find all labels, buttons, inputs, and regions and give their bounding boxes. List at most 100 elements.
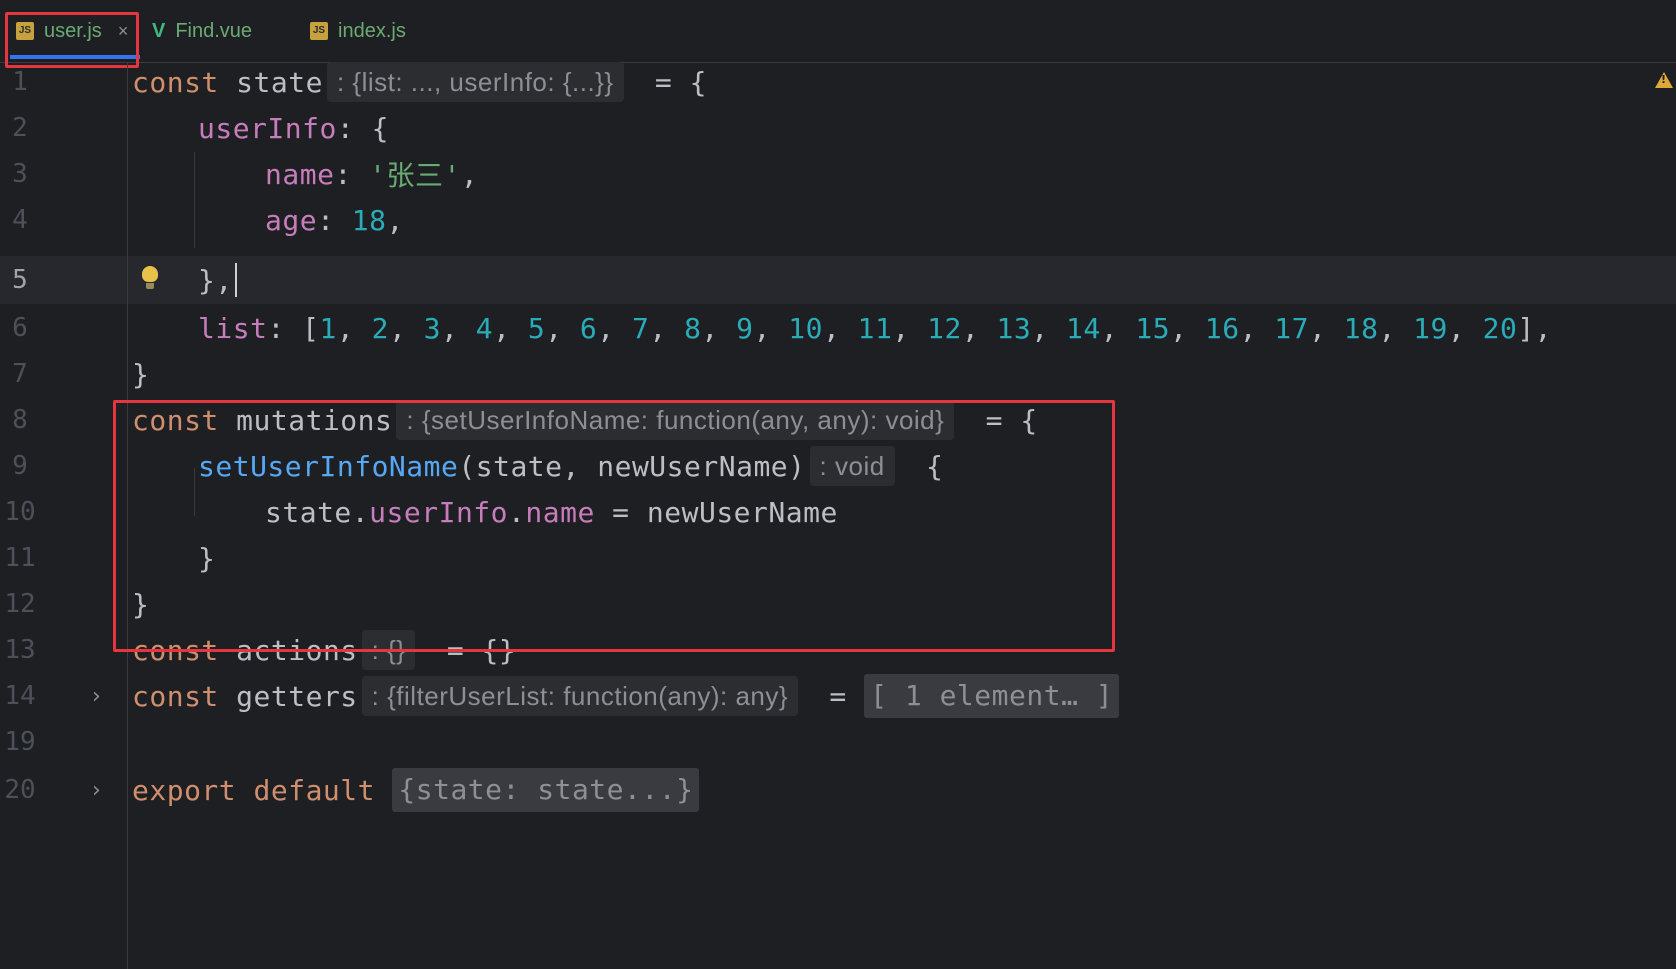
- code-text: ,: [961, 311, 997, 345]
- line-number: 11: [4, 543, 36, 573]
- number-literal: 18: [351, 203, 387, 237]
- code-line: 1 const state: {list: ..., userInfo: {..…: [0, 58, 1676, 106]
- number-literal: 12: [927, 311, 962, 345]
- keyword: const: [132, 403, 219, 437]
- number-literal: 11: [857, 311, 893, 345]
- tab-user-js[interactable]: JS user.js ×: [16, 0, 128, 62]
- tab-label: Find.vue: [175, 19, 253, 42]
- property: list: [198, 311, 268, 345]
- number-literal: 2: [371, 311, 389, 345]
- number-literal: 14: [1065, 311, 1101, 345]
- line-number: 5: [12, 265, 28, 295]
- line-number: 10: [4, 497, 36, 527]
- function-name: setUserInfoName: [198, 449, 459, 483]
- number-literal: 1: [319, 311, 337, 345]
- code-text: },: [198, 263, 233, 297]
- code-text: =: [812, 679, 865, 713]
- line-number: 7: [12, 359, 28, 389]
- property: userInfo: [198, 111, 337, 145]
- code-text: .: [508, 495, 526, 529]
- code-text: ,: [1100, 311, 1136, 345]
- keyword: export default: [132, 773, 376, 807]
- code-text: ,: [1031, 311, 1066, 345]
- code-line: 11 }: [0, 534, 1676, 582]
- identifier: getters: [218, 679, 358, 713]
- number-literal: 15: [1135, 311, 1171, 345]
- property: age: [265, 203, 318, 237]
- number-literal: 5: [527, 311, 546, 345]
- code-text: :: [334, 157, 370, 191]
- identifier: actions: [218, 633, 358, 667]
- number-literal: 10: [788, 311, 823, 345]
- line-number: 2: [12, 113, 28, 143]
- type-hint: : {}: [361, 630, 416, 670]
- code-text: ,: [892, 311, 928, 345]
- property: name: [525, 495, 595, 529]
- code-text: : [: [267, 311, 320, 345]
- code-text: : {: [336, 111, 389, 145]
- code-text: ,: [1309, 311, 1344, 345]
- code-text: ,: [336, 311, 372, 345]
- number-literal: 3: [423, 311, 442, 345]
- code-text: = {: [968, 403, 1038, 437]
- line-number: 13: [4, 635, 36, 665]
- property: name: [265, 157, 335, 191]
- code-text: }: [132, 357, 150, 391]
- tab-find-vue[interactable]: V Find.vue: [152, 0, 252, 62]
- number-literal: 7: [631, 311, 650, 345]
- property: userInfo: [369, 495, 509, 529]
- lightbulb-icon[interactable]: [142, 266, 158, 289]
- code-text: = {}: [429, 633, 517, 667]
- keyword: const: [132, 65, 219, 99]
- code-text: :: [317, 203, 352, 237]
- code-text: ],: [1517, 311, 1553, 345]
- code-text: ,: [460, 157, 479, 191]
- type-hint: : {setUserInfoName: function(any, any): …: [396, 400, 955, 440]
- code-line: 19: [0, 718, 1676, 766]
- code-text: ,: [649, 311, 685, 345]
- line-number: 12: [4, 589, 36, 619]
- code-text: ,: [545, 311, 580, 345]
- code-line: 20 › export default {state: state...}: [0, 766, 1676, 814]
- code-text: ,: [386, 203, 404, 237]
- number-literal: 4: [475, 311, 494, 345]
- line-number: 14: [4, 681, 36, 711]
- code-line: 13 const actions: {} = {}: [0, 626, 1676, 674]
- code-text: state.: [265, 495, 370, 529]
- code-text: }: [132, 587, 150, 621]
- number-literal: 13: [996, 311, 1032, 345]
- chevron-right-icon[interactable]: ›: [92, 778, 101, 803]
- code-text: ,: [701, 311, 737, 345]
- type-hint: : {filterUserList: function(any): any}: [361, 676, 799, 716]
- type-hint: : {list: ..., userInfo: {...}}: [326, 62, 624, 102]
- line-number: 19: [4, 727, 36, 757]
- line-number: 3: [12, 159, 28, 189]
- line-number: 4: [12, 205, 28, 235]
- code-line: 9 setUserInfoName (state, newUserName): v…: [0, 442, 1676, 490]
- code-text: ,: [441, 311, 476, 345]
- text-caret: [234, 263, 237, 297]
- code-text: ,: [822, 311, 858, 345]
- line-number: 8: [12, 405, 28, 435]
- code-text: }: [198, 541, 216, 575]
- vue-file-icon: V: [152, 19, 166, 42]
- code-text: ,: [597, 311, 632, 345]
- code-text: ,: [1239, 311, 1275, 345]
- code-line: 2 userInfo: {: [0, 104, 1676, 152]
- folded-region[interactable]: {state: state...}: [392, 768, 700, 812]
- tab-index-js[interactable]: JS index.js: [310, 0, 406, 62]
- js-file-icon: JS: [16, 22, 34, 40]
- folded-region[interactable]: [ 1 element… ]: [864, 674, 1120, 718]
- chevron-right-icon[interactable]: ›: [92, 684, 101, 709]
- code-line: 14 › const getters: {filterUserList: fun…: [0, 672, 1676, 720]
- code-line: 6 list: [1, 2, 3, 4, 5, 6, 7, 8, 9, 10, …: [0, 304, 1676, 352]
- keyword: const: [132, 679, 219, 713]
- line-number: 6: [12, 313, 28, 343]
- code-text: = newUserName: [594, 495, 838, 529]
- tab-label: index.js: [338, 19, 406, 42]
- line-number: 9: [12, 451, 28, 481]
- keyword: const: [132, 633, 219, 667]
- close-icon[interactable]: ×: [118, 21, 129, 42]
- number-literal: 16: [1204, 311, 1240, 345]
- code-text: = {: [637, 65, 707, 99]
